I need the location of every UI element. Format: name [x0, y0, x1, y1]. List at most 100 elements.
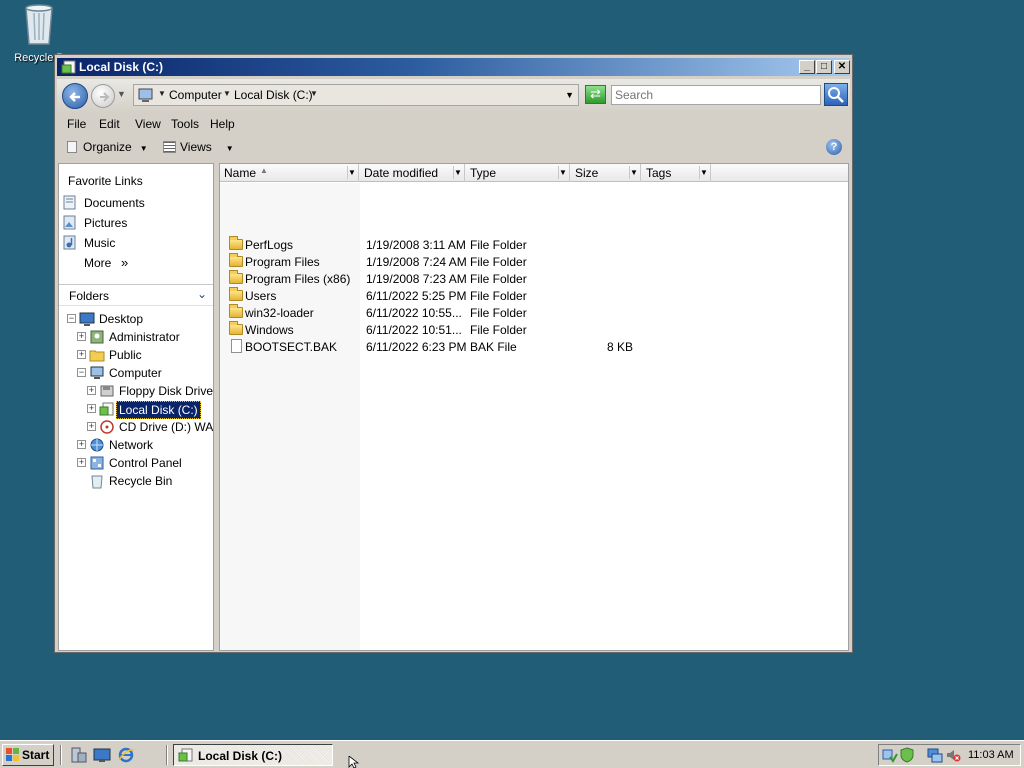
tree-label: Control Panel [109, 456, 182, 470]
tree-item-computer[interactable]: − Computer [59, 364, 213, 382]
taskbar-item-local-disk[interactable]: Local Disk (C:) [173, 744, 333, 766]
tree-item-recycle-bin[interactable]: Recycle Bin [59, 472, 213, 490]
network-connection-icon[interactable] [927, 747, 943, 763]
minimize-button[interactable]: _ [799, 60, 815, 74]
tree-item-administrator[interactable]: + Administrator [59, 328, 213, 346]
tree-label: Computer [109, 366, 162, 380]
menu-file[interactable]: File [67, 117, 86, 131]
column-label: Tags [646, 166, 672, 180]
start-button[interactable]: Start [2, 744, 54, 766]
favorite-label: Music [84, 236, 116, 250]
tree-item-local-disk[interactable]: + Local Disk (C:) [59, 400, 213, 419]
internet-explorer-icon[interactable] [117, 747, 135, 763]
breadcrumb-computer[interactable]: Computer [169, 88, 222, 102]
column-header-name[interactable]: Name ▲ ▼ [220, 164, 359, 182]
maximize-button[interactable]: □ [816, 60, 832, 74]
collapse-icon[interactable]: − [77, 368, 86, 377]
cd-drive-icon [99, 419, 115, 435]
folders-header[interactable]: Folders ⌄ [59, 284, 213, 306]
explorer-window: Local Disk (C:) _ □ ✕ ▼ ▼ Computer ▼ Loc… [54, 54, 853, 653]
column-label: Name [224, 166, 257, 180]
expand-icon[interactable]: + [77, 440, 86, 449]
favorite-documents[interactable]: Documents [63, 194, 211, 212]
breadcrumb-local-disk[interactable]: Local Disk (C:) [234, 88, 313, 102]
window-title: Local Disk (C:) [79, 60, 164, 74]
refresh-icon: ⇄ [590, 86, 601, 101]
pictures-icon [63, 215, 77, 230]
menu-help[interactable]: Help [210, 117, 235, 131]
show-desktop-icon[interactable] [93, 747, 111, 763]
breadcrumb-arrow[interactable]: ▼ [158, 89, 166, 98]
views-button[interactable]: Views ▼ [163, 140, 234, 154]
expand-icon[interactable]: + [77, 350, 86, 359]
column-filter-icon[interactable]: ▼ [558, 166, 567, 179]
expand-icon[interactable]: + [87, 404, 96, 413]
column-header-type[interactable]: Type ▼ [466, 164, 570, 182]
tree-item-desktop[interactable]: − Desktop [59, 310, 213, 328]
search-input[interactable] [615, 88, 817, 102]
network-status-icon[interactable] [882, 747, 898, 763]
column-header-date[interactable]: Date modified ▼ [360, 164, 465, 182]
tree-item-network[interactable]: + Network [59, 436, 213, 454]
expand-icon[interactable]: + [87, 422, 96, 431]
file-row[interactable]: BOOTSECT.BAK 6/11/2022 6:23 PM BAK File … [220, 338, 848, 355]
expand-icon[interactable]: + [87, 386, 96, 395]
breadcrumb-arrow[interactable]: ▼ [310, 89, 318, 98]
organize-button[interactable]: Organize ▼ [67, 140, 148, 154]
address-dropdown-icon[interactable]: ▼ [565, 90, 574, 100]
folder-tree: − Desktop + Administrator + Public − Com… [59, 310, 213, 640]
folder-icon [229, 321, 244, 336]
expand-icon[interactable]: + [77, 332, 86, 341]
column-filter-icon[interactable]: ▼ [629, 166, 638, 179]
forward-button[interactable] [91, 84, 115, 108]
menu-view[interactable]: View [135, 117, 161, 131]
menu-edit[interactable]: Edit [99, 117, 120, 131]
computer-icon [137, 87, 154, 104]
expand-icon[interactable]: + [77, 458, 86, 467]
folder-icon [229, 304, 244, 319]
local-disk-icon [178, 747, 194, 763]
control-panel-icon [89, 455, 105, 471]
forward-arrow-icon [100, 92, 110, 102]
menu-tools[interactable]: Tools [171, 117, 199, 131]
file-row[interactable]: PerfLogs 1/19/2008 3:11 AM File Folder [220, 236, 848, 253]
favorite-more[interactable]: More » [63, 254, 211, 272]
recent-pages-dropdown[interactable]: ▼ [117, 89, 126, 99]
close-button[interactable]: ✕ [834, 60, 850, 74]
views-dropdown-icon: ▼ [225, 144, 234, 153]
title-bar[interactable]: Local Disk (C:) _ □ ✕ [57, 58, 850, 76]
file-name: PerfLogs [245, 238, 294, 252]
refresh-button[interactable]: ⇄ [585, 85, 606, 104]
file-row[interactable]: win32-loader 6/11/2022 10:55... File Fol… [220, 304, 848, 321]
favorite-music[interactable]: Music [63, 234, 211, 252]
file-name: Program Files (x86) [245, 272, 351, 286]
file-row[interactable]: Users 6/11/2022 5:25 PM File Folder [220, 287, 848, 304]
breadcrumb-arrow[interactable]: ▼ [223, 89, 231, 98]
column-filter-icon[interactable]: ▼ [453, 166, 462, 179]
column-header-tags[interactable]: Tags ▼ [642, 164, 711, 182]
search-button[interactable] [824, 83, 848, 106]
collapse-icon[interactable]: − [67, 314, 76, 323]
sort-ascending-icon: ▲ [260, 166, 268, 175]
tree-item-public[interactable]: + Public [59, 346, 213, 364]
column-filter-icon[interactable]: ▼ [699, 166, 708, 179]
server-manager-icon[interactable] [70, 747, 88, 763]
back-button[interactable] [62, 83, 88, 109]
file-row[interactable]: Windows 6/11/2022 10:51... File Folder [220, 321, 848, 338]
column-header-size[interactable]: Size ▼ [571, 164, 641, 182]
tree-item-cd-drive[interactable]: + CD Drive (D:) WA2F [59, 418, 213, 436]
file-row[interactable]: Program Files (x86) 1/19/2008 7:23 AM Fi… [220, 270, 848, 287]
column-filter-icon[interactable]: ▼ [347, 166, 356, 179]
tree-item-floppy[interactable]: + Floppy Disk Drive (A [59, 382, 213, 400]
music-icon [63, 235, 77, 250]
tree-label: CD Drive (D:) WA2F [119, 420, 213, 434]
clock[interactable]: 11:03 AM [968, 749, 1014, 761]
help-icon[interactable]: ? [826, 139, 842, 155]
volume-muted-icon[interactable] [945, 747, 961, 763]
favorite-pictures[interactable]: Pictures [63, 214, 211, 232]
search-box[interactable] [611, 85, 821, 105]
file-row[interactable]: Program Files 1/19/2008 7:24 AM File Fol… [220, 253, 848, 270]
security-shield-icon[interactable] [899, 747, 915, 763]
tree-item-control-panel[interactable]: + Control Panel [59, 454, 213, 472]
address-bar[interactable]: ▼ Computer ▼ Local Disk (C:) ▼ ▼ [133, 84, 579, 106]
